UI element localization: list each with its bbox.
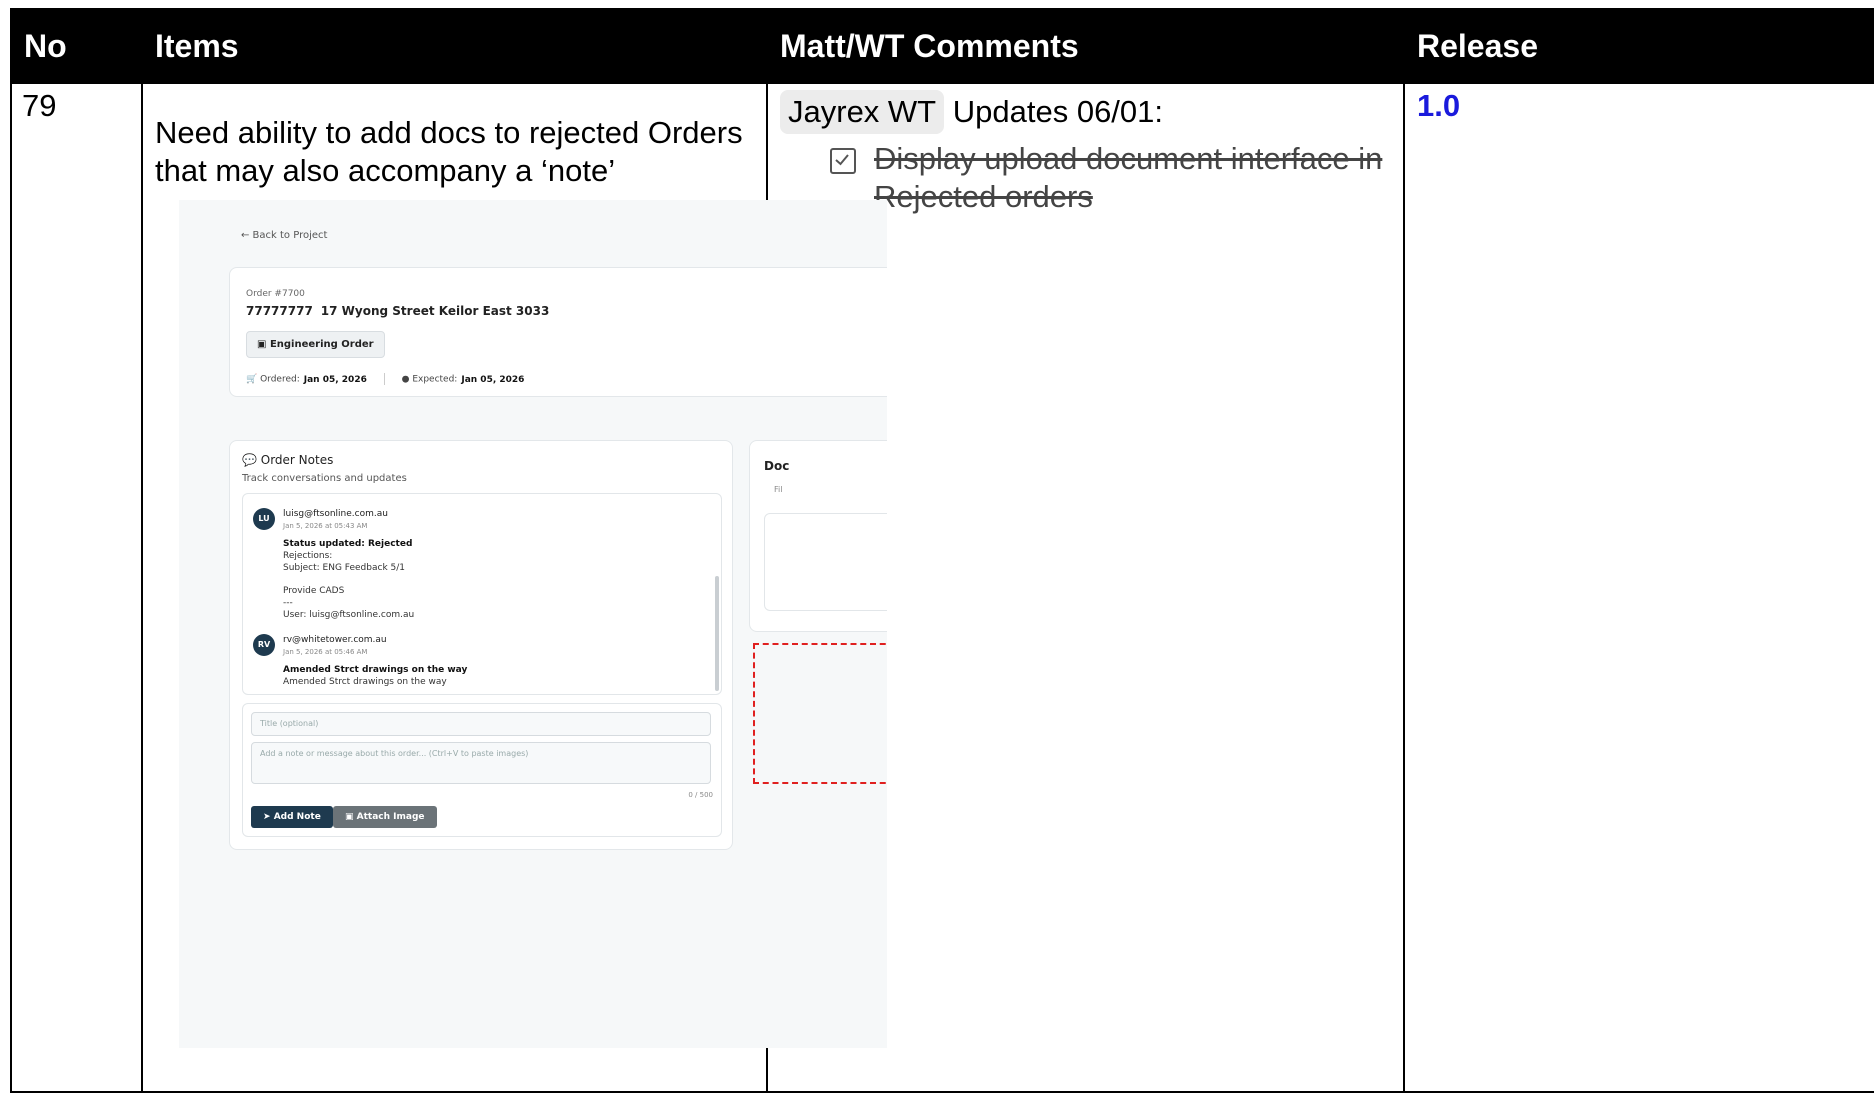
order-heading: 77777777 17 Wyong Street Keilor East 3033 — [246, 304, 549, 318]
header-comments: Matt/WT Comments — [766, 8, 1405, 84]
add-note-button[interactable]: ➤ Add Note — [251, 806, 333, 828]
row-number: 79 — [10, 82, 143, 1093]
avatar: RV — [253, 634, 275, 656]
notes-subtitle: Track conversations and updates — [242, 473, 407, 484]
chat-icon: 💬 — [242, 453, 261, 467]
item-description: Need ability to add docs to rejected Ord… — [155, 115, 743, 188]
upload-highlight-box — [753, 643, 887, 784]
note-line: User: luisg@ftsonline.com.au — [283, 610, 415, 620]
note-line: --- — [283, 598, 293, 608]
order-id: 77777777 — [246, 304, 313, 318]
order-address: 17 Wyong Street Keilor East 3033 — [320, 304, 550, 318]
note-title: Amended Strct drawings on the way — [283, 665, 468, 675]
note-line: Subject: ENG Feedback 5/1 — [283, 563, 405, 573]
header-row: No Items Matt/WT Comments Release — [10, 8, 1874, 84]
notes-title: 💬 Order Notes — [242, 453, 333, 467]
checklist-item: Display upload document interface in Rej… — [830, 140, 1391, 216]
note-author: rv@whitetower.com.au — [283, 635, 387, 645]
items-cell: Need ability to add docs to rejected Ord… — [141, 82, 887, 1093]
documents-list — [764, 513, 887, 611]
order-dates: 🛒 Ordered: Jan 05, 2026 ● Expected: Jan 05… — [246, 373, 524, 385]
note-title: Status updated: Rejected — [283, 539, 413, 549]
expected-date: Jan 05, 2026 — [461, 374, 525, 385]
order-notes-card: 💬 Order Notes Track conversations and up… — [229, 440, 733, 850]
avatar: LU — [253, 508, 275, 530]
note-body: rv@whitetower.com.au Jan 5, 2026 at 05:4… — [283, 634, 703, 688]
tracker-sheet: No Items Matt/WT Comments Release 79 Nee… — [10, 8, 1874, 1093]
scrollbar[interactable] — [715, 576, 719, 691]
note-message-input[interactable]: Add a note or message about this order..… — [251, 742, 711, 784]
note-title-input[interactable]: Title (optional) — [251, 712, 711, 736]
release-cell: 1.0 — [1403, 82, 1874, 1093]
checkbox[interactable] — [830, 148, 856, 174]
ordered-date: Jan 05, 2026 — [303, 374, 367, 385]
header-no: No — [10, 8, 143, 84]
update-label: Updates 06/01: — [952, 94, 1164, 129]
documents-card: Doc Fil — [749, 440, 887, 632]
image-icon: ▣ — [345, 812, 357, 822]
note-time: Jan 5, 2026 at 05:46 AM — [283, 648, 368, 656]
notes-feed[interactable]: LU luisg@ftsonline.com.au Jan 5, 2026 at… — [242, 493, 722, 695]
attach-image-button[interactable]: ▣ Attach Image — [333, 806, 437, 828]
documents-subtitle: Fil — [774, 485, 783, 494]
badge-label: Engineering Order — [269, 339, 374, 350]
order-card: Order #7700 77777777 17 Wyong Street Keil… — [229, 267, 887, 397]
note-body: luisg@ftsonline.com.au Jan 5, 2026 at 05… — [283, 508, 703, 621]
back-to-project-link[interactable]: ← Back to Project — [241, 230, 327, 241]
header-release: Release — [1403, 8, 1874, 84]
tracker-table: No Items Matt/WT Comments Release 79 Nee… — [10, 8, 1874, 1093]
note-author: luisg@ftsonline.com.au — [283, 509, 388, 519]
attach-image-label: Attach Image — [356, 812, 425, 822]
note-time: Jan 5, 2026 at 05:43 AM — [283, 522, 368, 530]
note-line: Provide CADS — [283, 586, 345, 596]
order-number: Order #7700 — [246, 289, 305, 299]
release-version[interactable]: 1.0 — [1405, 84, 1874, 128]
send-icon: ➤ — [263, 812, 274, 822]
cart-icon: 🛒 — [246, 374, 261, 385]
ordered-label: Ordered: — [260, 374, 300, 385]
mention-chip[interactable]: Jayrex WT — [780, 90, 945, 134]
header-items: Items — [141, 8, 768, 84]
update-heading: Jayrex WT Updates 06/01: — [780, 90, 1391, 134]
checklist-text: Display upload document interface in Rej… — [874, 141, 1383, 214]
notes-title-text: Order Notes — [260, 453, 334, 467]
box-icon: ▣ — [257, 339, 270, 350]
table-row: 79 Need ability to add docs to rejected … — [10, 82, 1874, 1093]
add-note-label: Add Note — [273, 812, 321, 822]
note-line: Rejections: — [283, 551, 333, 561]
note-line: Amended Strct drawings on the way — [283, 677, 447, 687]
documents-title: Doc — [764, 459, 790, 473]
clock-icon: ● — [401, 374, 413, 385]
expected-label: Expected: — [412, 374, 458, 385]
note-spacer — [283, 574, 703, 585]
embedded-screenshot: ← Back to Project Order #7700 77777777 17… — [179, 200, 887, 1048]
date-divider — [383, 373, 385, 385]
engineering-order-badge: ▣ Engineering Order — [246, 331, 385, 358]
char-counter: 0 / 500 — [688, 791, 713, 799]
checkmark-icon — [835, 154, 849, 166]
note-compose: Title (optional) Add a note or message a… — [242, 703, 722, 837]
